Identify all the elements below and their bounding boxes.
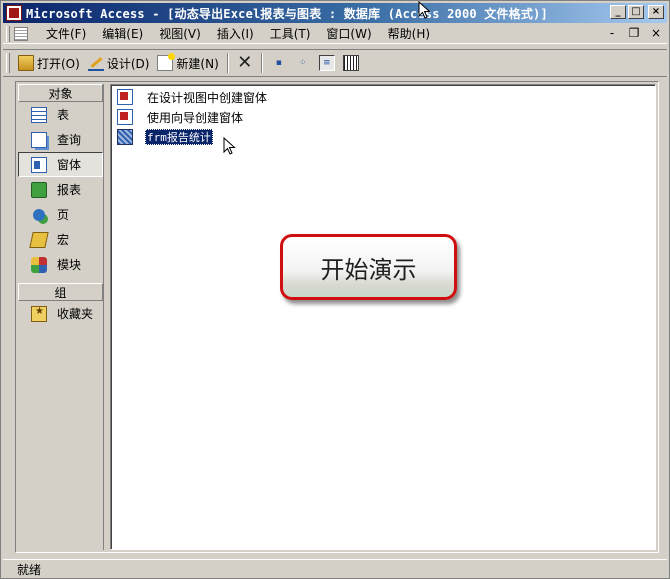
maximize-button[interactable]: □ — [628, 5, 644, 19]
menu-window[interactable]: 窗口(W) — [318, 25, 379, 42]
sidebar-item-label: 表 — [57, 108, 70, 122]
database-window: 对象 表 查询 窗体 报表 页 宏 模块 组 ★ 收藏夹 在设计视图中创建窗体 … — [15, 81, 659, 553]
mdi-controls: - ❐ × — [605, 26, 663, 40]
details-view-icon — [342, 55, 359, 71]
design-button[interactable]: 设计(D) — [84, 52, 154, 74]
database-toolbar: 打开(O) 设计(D) 新建(N) ✕ ▪ ⁘ ≡ — [3, 49, 667, 77]
list-item-label: frm报告统计 — [145, 129, 213, 145]
menu-edit[interactable]: 编辑(E) — [94, 25, 151, 42]
favorites-icon — [31, 305, 47, 322]
database-window-icon[interactable] — [14, 26, 28, 41]
page-icon — [33, 208, 45, 221]
form-icon — [31, 156, 47, 173]
access-window: Microsoft Access - [动态导出Excel报表与图表 : 数据库… — [0, 0, 670, 579]
objects-bar: 对象 表 查询 窗体 报表 页 宏 模块 组 ★ 收藏夹 — [18, 84, 104, 550]
menu-insert[interactable]: 插入(I) — [209, 25, 262, 42]
mouse-pointer-icon — [223, 137, 236, 155]
mdi-restore-button[interactable]: ❐ — [627, 26, 641, 40]
list-item[interactable]: 使用向导创建窗体 — [117, 108, 245, 126]
macro-icon — [29, 231, 49, 248]
list-view-icon: ≡ — [318, 55, 335, 71]
sidebar-item-tables[interactable]: 表 — [18, 102, 103, 127]
window-title: Microsoft Access - [动态导出Excel报表与图表 : 数据库… — [26, 6, 548, 21]
menu-view[interactable]: 视图(V) — [151, 25, 209, 42]
report-icon — [31, 181, 47, 198]
new-button-label: 新建(N) — [176, 56, 219, 71]
sidebar-item-favorites[interactable]: 收藏夹 — [18, 301, 103, 326]
minimize-button[interactable]: _ — [610, 5, 626, 19]
list-item-label: 在设计视图中创建窗体 — [147, 90, 268, 105]
window-controls: _ □ × — [610, 5, 664, 19]
sidebar-item-label: 模块 — [57, 258, 82, 272]
list-item-selected[interactable]: frm报告统计 — [117, 128, 213, 146]
delete-x-icon: ✕ — [237, 52, 253, 73]
list-item[interactable]: 在设计视图中创建窗体 — [117, 88, 269, 106]
small-icons-icon: ⁘ — [298, 58, 307, 68]
open-button[interactable]: 打开(O) — [14, 52, 84, 74]
title-bar[interactable]: Microsoft Access - [动态导出Excel报表与图表 : 数据库… — [3, 3, 667, 23]
design-ruler-icon — [87, 55, 104, 71]
form-wizard-icon — [117, 109, 133, 125]
delete-button[interactable]: ✕ — [233, 52, 257, 74]
list-view-button[interactable]: ≡ — [315, 52, 339, 74]
toolbar-separator — [226, 53, 229, 73]
table-icon — [31, 106, 47, 123]
sidebar-item-forms[interactable]: 窗体 — [18, 152, 103, 177]
start-demo-button[interactable]: 开始演示 — [280, 234, 457, 300]
status-bar: 就绪 — [3, 559, 667, 578]
mdi-close-button[interactable]: × — [649, 26, 663, 40]
sidebar-item-label: 页 — [57, 208, 70, 222]
mdi-minimize-button[interactable]: - — [605, 26, 619, 40]
form-object-icon — [117, 129, 133, 145]
close-button[interactable]: × — [648, 5, 664, 19]
forms-list: 在设计视图中创建窗体 使用向导创建窗体 frm报告统计 — [110, 84, 656, 550]
sidebar-item-label: 收藏夹 — [57, 307, 94, 321]
status-text: 就绪 — [17, 562, 42, 577]
open-folder-icon — [18, 55, 34, 71]
module-icon — [31, 256, 47, 273]
open-button-label: 打开(O) — [37, 56, 80, 71]
small-icons-button[interactable]: ⁘ — [291, 52, 315, 74]
sidebar-item-modules[interactable]: 模块 — [18, 252, 103, 277]
menu-bar: 文件(F) 编辑(E) 视图(V) 插入(I) 工具(T) 窗口(W) 帮助(H… — [3, 24, 667, 44]
toolbar-separator — [260, 53, 263, 73]
menu-tools[interactable]: 工具(T) — [262, 25, 319, 42]
large-icons-button[interactable]: ▪ — [267, 52, 291, 74]
details-view-button[interactable] — [339, 52, 363, 74]
sidebar-item-label: 窗体 — [57, 158, 82, 172]
sidebar-item-label: 报表 — [57, 183, 82, 197]
sidebar-item-pages[interactable]: 页 — [18, 202, 103, 227]
design-view-wizard-icon — [117, 89, 133, 105]
objects-group-header[interactable]: 对象 — [18, 84, 103, 102]
sidebar-item-label: 查询 — [57, 133, 82, 147]
query-icon — [31, 131, 47, 148]
list-item-label: 使用向导创建窗体 — [147, 110, 244, 125]
sidebar-item-label: 宏 — [57, 233, 70, 247]
new-button[interactable]: 新建(N) — [153, 52, 222, 74]
toolbar-grip-handle[interactable] — [6, 53, 10, 73]
large-icons-icon: ▪ — [275, 58, 282, 68]
menu-help[interactable]: 帮助(H) — [380, 25, 438, 42]
new-object-icon — [157, 53, 176, 71]
sidebar-item-queries[interactable]: 查询 — [18, 127, 103, 152]
access-app-icon[interactable] — [6, 5, 22, 21]
sidebar-item-reports[interactable]: 报表 — [18, 177, 103, 202]
sidebar-item-macros[interactable]: 宏 — [18, 227, 103, 252]
menu-file[interactable]: 文件(F) — [38, 25, 94, 42]
menu-grip-handle[interactable] — [6, 25, 10, 42]
groups-header[interactable]: 组 — [18, 283, 103, 301]
design-button-label: 设计(D) — [106, 56, 150, 71]
mouse-pointer-icon — [418, 1, 431, 19]
